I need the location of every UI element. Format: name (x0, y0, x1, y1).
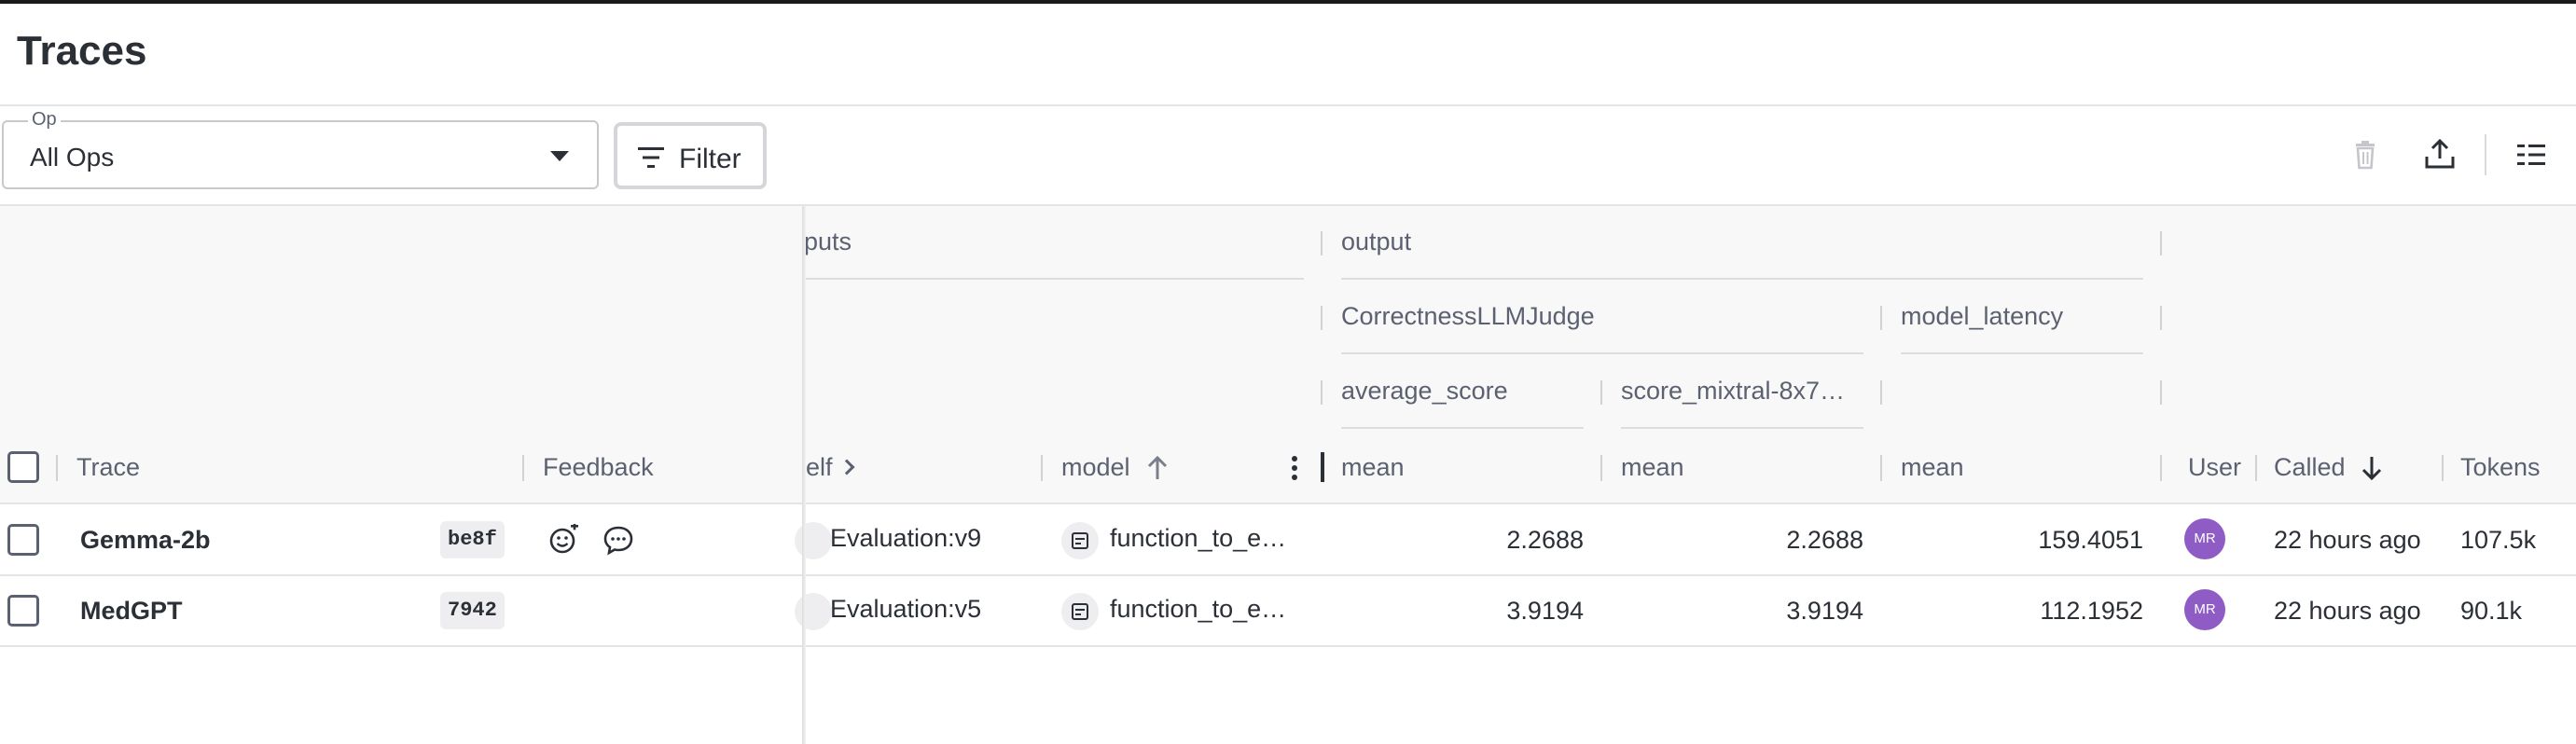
model-ref[interactable]: function_to_e… (1110, 595, 1286, 624)
filter-button[interactable]: Filter (614, 122, 767, 189)
avatar[interactable]: MR (2184, 518, 2225, 559)
column-header-mean-average-score[interactable]: mean (1341, 453, 1405, 482)
page-title: Traces (17, 28, 147, 74)
evaluation-ref-icon (795, 593, 832, 630)
column-separator (522, 455, 524, 481)
column-header-feedback[interactable]: Feedback (543, 453, 654, 482)
select-all-checkbox[interactable] (7, 451, 39, 483)
row-checkbox[interactable] (7, 524, 39, 556)
pinned-columns-shadow (802, 206, 806, 744)
column-header-trace[interactable]: Trace (76, 453, 140, 482)
column-separator (56, 455, 58, 481)
column-resize-handle[interactable] (1321, 452, 1324, 482)
title-divider (0, 104, 2576, 106)
export-icon[interactable] (2423, 138, 2457, 172)
group-divider (1600, 380, 1602, 405)
group-underline (1901, 352, 2143, 354)
group-correctness: CorrectnessLLMJudge (1341, 302, 1595, 330)
column-separator (2160, 455, 2162, 481)
column-separator (1041, 455, 1043, 481)
latency-value: 112.1952 (2040, 597, 2143, 625)
row-divider (0, 574, 2576, 576)
caret-down-icon (550, 151, 569, 161)
column-separator (2255, 455, 2257, 481)
group-model-latency: model_latency (1901, 302, 2064, 330)
columns-icon[interactable] (2514, 138, 2548, 172)
top-border (0, 0, 2576, 4)
score-mixtral-value: 2.2688 (1786, 526, 1863, 554)
comment-icon[interactable] (602, 524, 634, 556)
column-header-called[interactable]: Called (2274, 453, 2346, 482)
trace-id-badge[interactable]: be8f (440, 521, 505, 558)
trace-name[interactable]: Gemma-2b (80, 526, 211, 555)
function-ref-icon (1061, 522, 1099, 559)
column-header-self[interactable]: elf (806, 453, 833, 482)
toolbar-separator (2485, 134, 2486, 175)
group-divider (1880, 306, 1882, 330)
group-divider (2160, 306, 2162, 330)
op-select[interactable]: Op All Ops (2, 109, 599, 189)
column-menu-icon[interactable] (1292, 456, 1297, 462)
sort-descending-icon[interactable] (2360, 455, 2384, 481)
group-underline (1621, 427, 1863, 429)
tokens-value: 107.5k (2460, 526, 2537, 554)
add-reaction-icon[interactable] (548, 524, 580, 556)
column-header-mean-score-mixtral[interactable]: mean (1621, 453, 1684, 482)
row-checkbox[interactable] (7, 595, 39, 627)
column-menu-icon-dot (1292, 465, 1297, 471)
delete-icon[interactable] (2348, 138, 2382, 172)
row-divider (0, 645, 2576, 647)
average-score-value: 2.2688 (1506, 526, 1584, 554)
column-separator (1880, 455, 1882, 481)
group-underline (1341, 427, 1584, 429)
group-divider (1880, 380, 1882, 405)
group-underline (1341, 278, 2143, 280)
filter-icon (638, 147, 664, 168)
self-ref[interactable]: Evaluation:v5 (830, 595, 981, 624)
column-menu-icon-dot (1292, 475, 1297, 480)
group-inputs: puts (804, 227, 852, 255)
column-header-mean-latency[interactable]: mean (1901, 453, 1964, 482)
self-ref[interactable]: Evaluation:v9 (830, 524, 981, 553)
column-separator (2442, 455, 2444, 481)
group-divider (2160, 231, 2162, 255)
latency-value: 159.4051 (2038, 526, 2143, 554)
op-select-value: All Ops (30, 143, 115, 172)
op-select-label: Op (28, 109, 61, 131)
group-divider (2160, 380, 2162, 405)
column-header-model[interactable]: model (1061, 453, 1130, 482)
group-score-mixtral: score_mixtral-8x7… (1621, 377, 1846, 405)
group-divider (1321, 231, 1323, 255)
group-divider (1321, 380, 1323, 405)
group-output: output (1341, 227, 1412, 255)
header-bottom-border (0, 503, 2576, 504)
average-score-value: 3.9194 (1506, 597, 1584, 625)
column-separator (1600, 455, 1602, 481)
called-time: 22 hours ago (2274, 597, 2421, 625)
trace-id-badge[interactable]: 7942 (440, 592, 505, 629)
column-header-user[interactable]: User (2188, 453, 2241, 482)
group-underline (1341, 352, 1863, 354)
filter-label: Filter (679, 144, 741, 174)
trace-name[interactable]: MedGPT (80, 597, 183, 626)
avatar[interactable]: MR (2184, 589, 2225, 630)
function-ref-icon (1061, 593, 1099, 630)
evaluation-ref-icon (795, 522, 832, 559)
sort-ascending-icon[interactable] (1145, 455, 1170, 481)
group-average-score: average_score (1341, 377, 1508, 405)
tokens-value: 90.1k (2460, 597, 2523, 625)
score-mixtral-value: 3.9194 (1786, 597, 1863, 625)
column-header-tokens[interactable]: Tokens (2460, 453, 2541, 482)
group-underline (804, 278, 1304, 280)
group-divider (1321, 306, 1323, 330)
model-ref[interactable]: function_to_e… (1110, 524, 1286, 553)
called-time: 22 hours ago (2274, 526, 2421, 554)
